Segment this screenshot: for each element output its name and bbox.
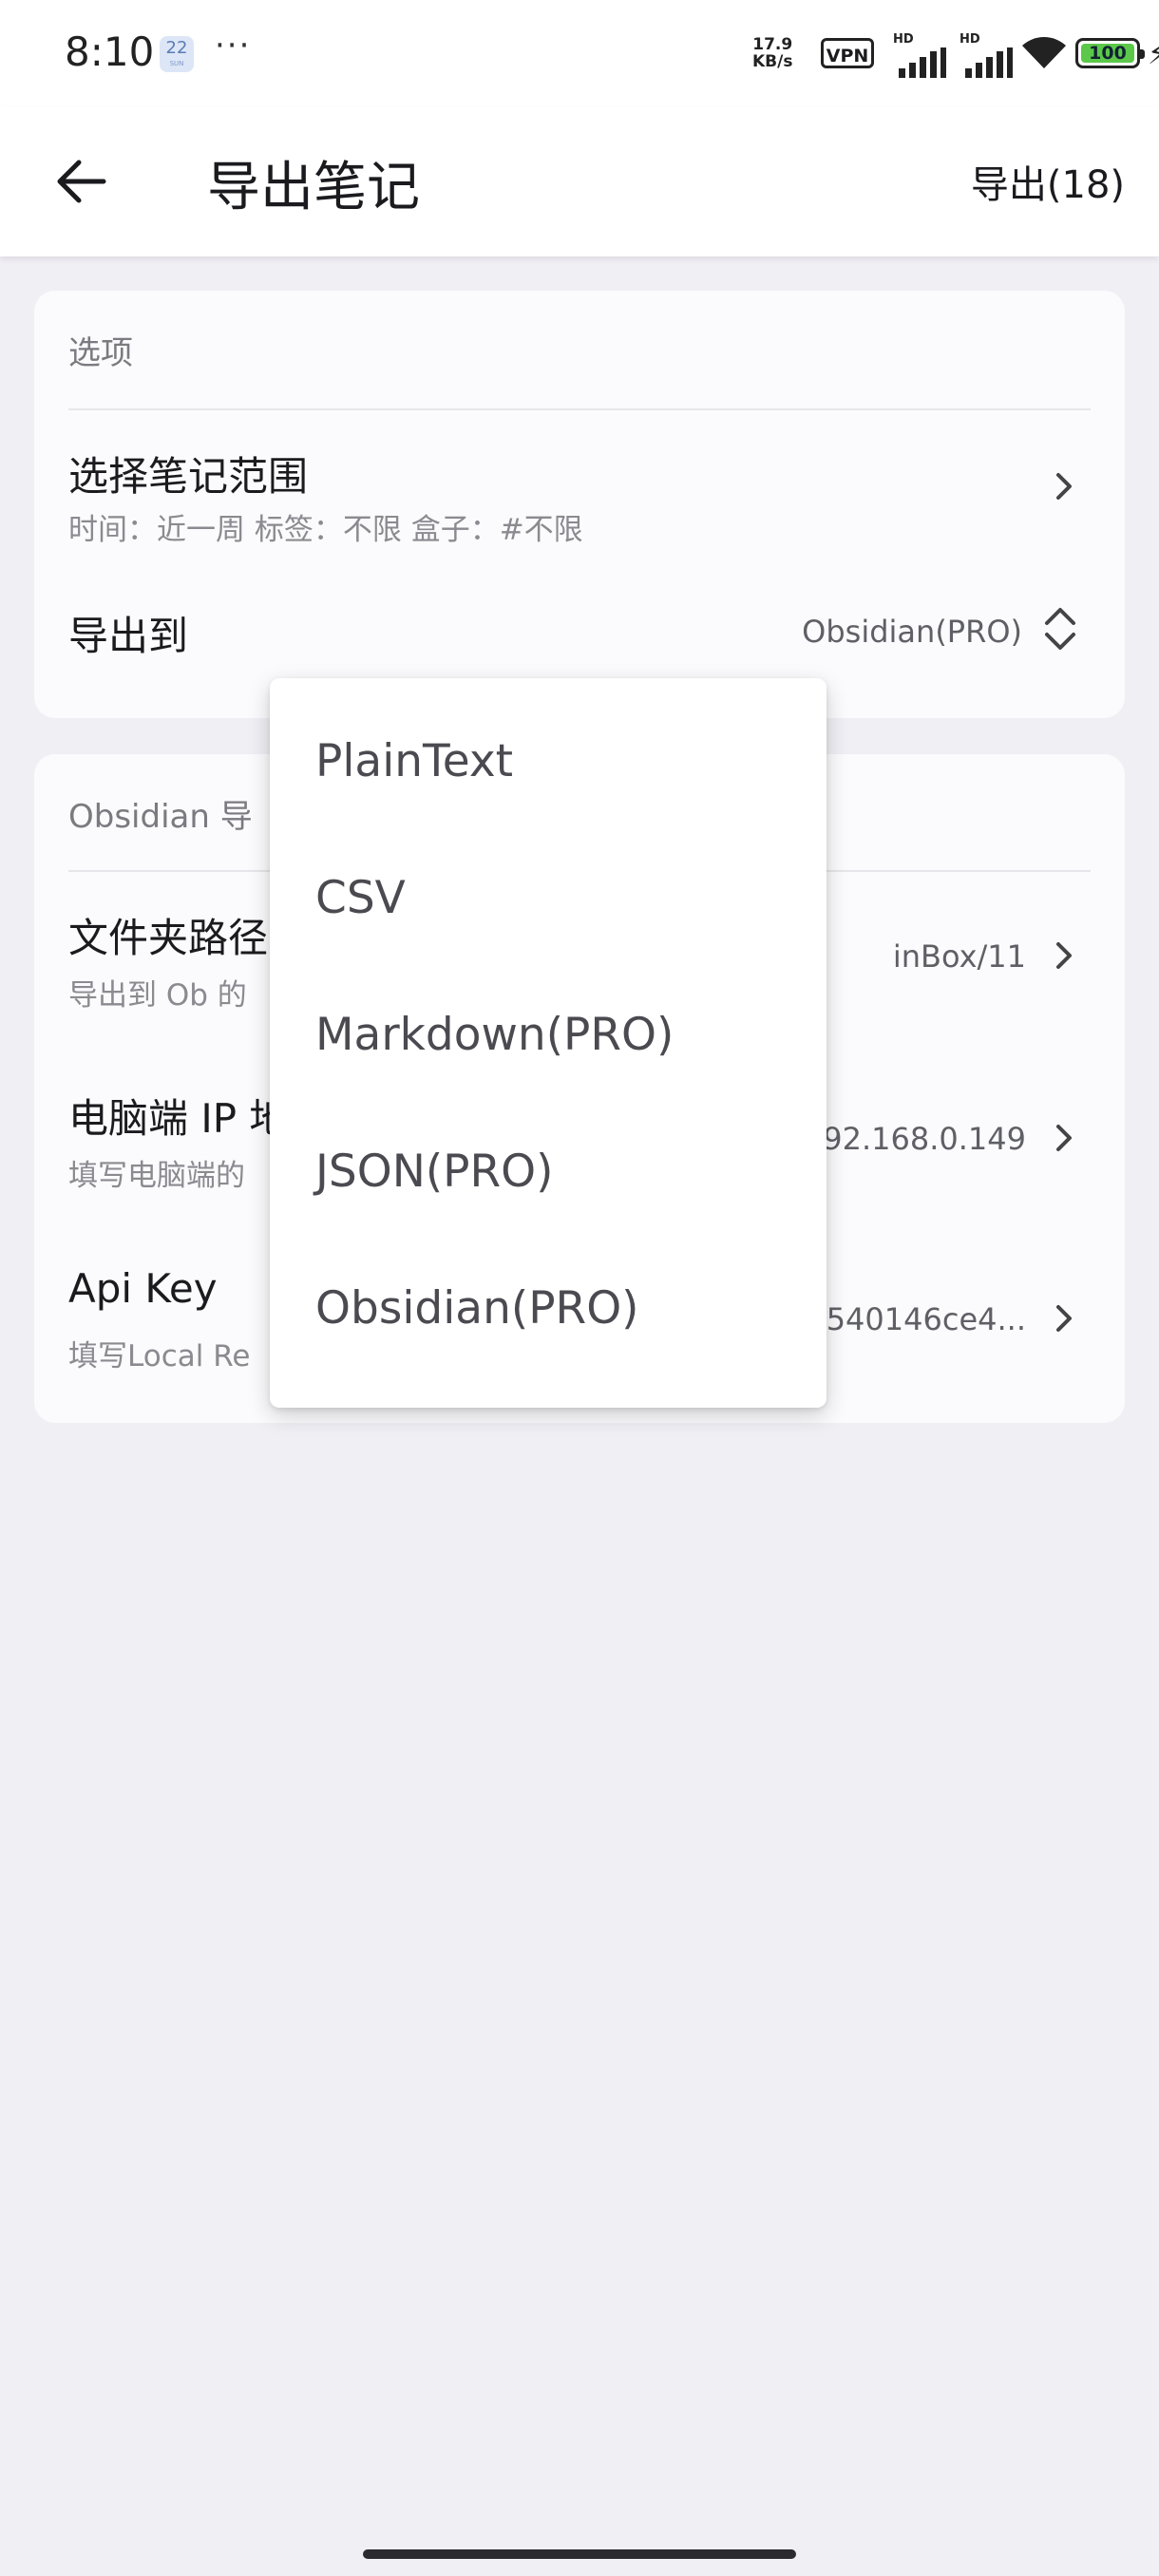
menu-item-markdown[interactable]: Markdown(PRO) — [315, 1009, 674, 1061]
battery-icon: 100 — [1075, 38, 1145, 68]
status-bar: 8:10 22 SUN ··· 17.9 KB/s VPN HD HD 100 — [0, 0, 1159, 106]
more-notifications-icon: ··· — [215, 27, 252, 65]
app-bar: 导出笔记 导出(18) — [0, 106, 1159, 256]
obsidian-header: Obsidian 导 — [68, 798, 253, 836]
export-format-menu: PlainText CSV Markdown(PRO) JSON(PRO) Ob… — [270, 678, 826, 1408]
folder-path-title: 文件夹路径 — [68, 915, 269, 961]
pc-ip-title: 电脑端 IP 地 — [68, 1095, 290, 1142]
export-to-row[interactable]: 导出到 Obsidian(PRO) — [34, 576, 1125, 680]
menu-item-plaintext[interactable]: PlainText — [315, 735, 513, 787]
chevron-right-icon — [1049, 937, 1079, 975]
page-title: 导出笔记 — [207, 157, 420, 218]
folder-path-value: inBox/11 — [892, 938, 1026, 975]
divider — [68, 408, 1091, 410]
charging-icon: ⚡ — [1148, 38, 1159, 71]
export-button[interactable]: 导出(18) — [971, 154, 1125, 209]
folder-path-subtitle: 导出到 Ob 的 — [68, 978, 247, 1013]
menu-item-obsidian[interactable]: Obsidian(PRO) — [315, 1282, 639, 1335]
note-range-title: 选择笔记范围 — [68, 453, 309, 500]
api-key-value: 540146ce4... — [826, 1301, 1026, 1337]
calendar-weekday: SUN — [169, 60, 184, 67]
chevron-right-icon — [1049, 1119, 1079, 1157]
arrow-left-icon — [57, 160, 106, 203]
vpn-icon: VPN — [821, 38, 874, 68]
calendar-day: 22 — [165, 38, 188, 58]
network-speed-value: 17.9 — [752, 35, 793, 54]
menu-item-csv[interactable]: CSV — [315, 872, 406, 924]
api-key-subtitle: 填写Local Re — [68, 1339, 251, 1373]
note-range-row[interactable]: 选择笔记范围 时间：近一周 标签：不限 盒子：#不限 — [34, 414, 1125, 557]
api-key-title: Api Key — [68, 1265, 218, 1312]
network-speed: 17.9 KB/s — [752, 36, 792, 70]
status-time: 8:10 — [65, 28, 155, 75]
pc-ip-subtitle: 填写电脑端的 — [68, 1159, 245, 1193]
note-range-subtitle: 时间：近一周 标签：不限 盒子：#不限 — [68, 513, 583, 547]
calendar-notification-icon: 22 SUN — [160, 36, 194, 72]
home-indicator[interactable] — [363, 2549, 796, 2559]
menu-item-json[interactable]: JSON(PRO) — [315, 1146, 554, 1198]
battery-level: 100 — [1081, 44, 1134, 63]
options-header: 选项 — [68, 334, 133, 372]
options-card: 选项 选择笔记范围 时间：近一周 标签：不限 盒子：#不限 导出到 Obsidi… — [34, 291, 1125, 718]
signal-hd-label-2: HD — [960, 32, 980, 47]
chevron-right-icon — [1049, 467, 1079, 505]
unfold-more-icon — [1041, 604, 1079, 653]
wifi-icon — [1022, 37, 1066, 68]
chevron-right-icon — [1049, 1299, 1079, 1337]
signal-hd-label: HD — [893, 32, 914, 47]
back-button[interactable] — [48, 148, 114, 215]
network-speed-unit: KB/s — [752, 52, 793, 71]
pc-ip-value: 192.168.0.149 — [803, 1121, 1026, 1157]
export-to-value: Obsidian(PRO) — [802, 614, 1022, 650]
export-to-label: 导出到 — [68, 613, 189, 659]
